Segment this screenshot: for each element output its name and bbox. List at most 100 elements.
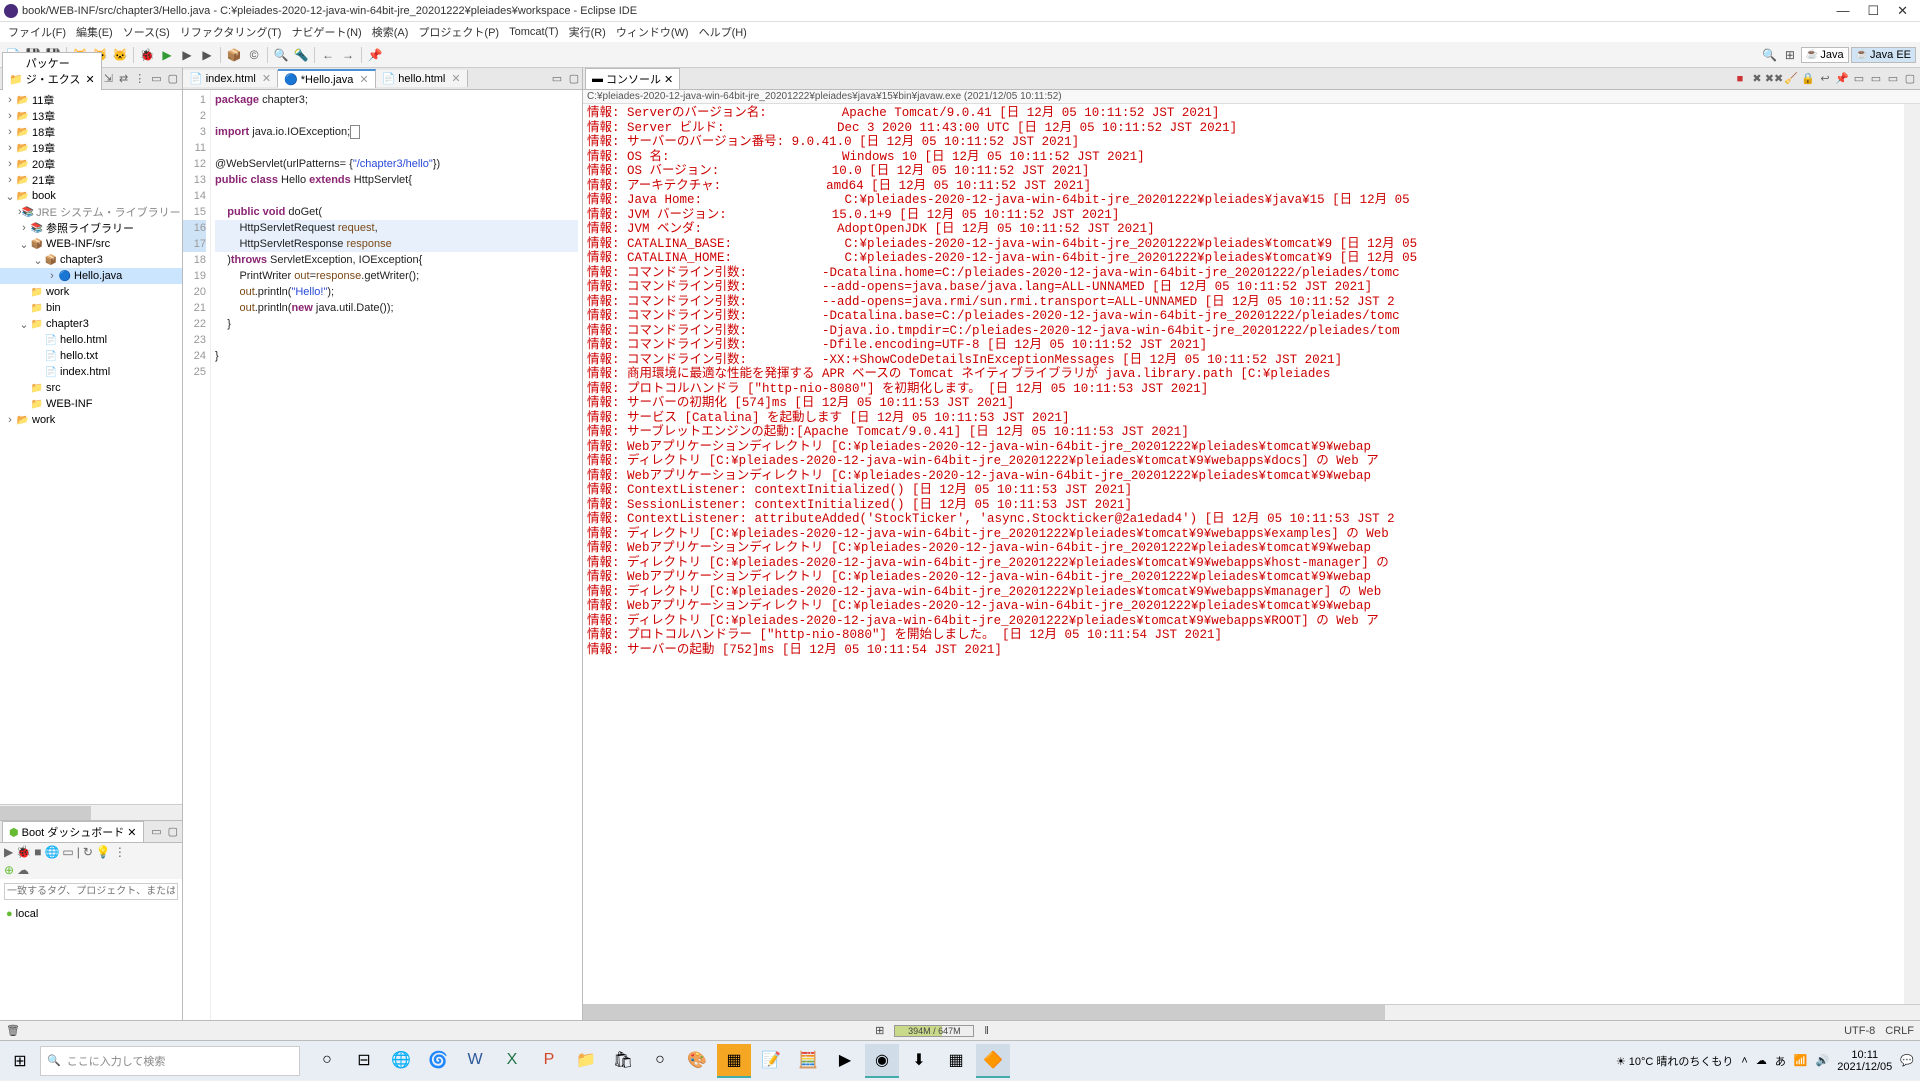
lineending-status[interactable]: CRLF xyxy=(1885,1025,1914,1037)
taskbar-clock[interactable]: 10:11 2021/12/05 xyxy=(1837,1049,1892,1073)
explorer-icon[interactable]: 📁 xyxy=(569,1044,603,1078)
console-max-icon[interactable]: ▢ xyxy=(1902,71,1918,87)
task-view-icon[interactable]: ⊟ xyxy=(347,1044,381,1078)
excel-icon[interactable]: X xyxy=(495,1044,529,1078)
tree-item[interactable]: 📁work xyxy=(0,284,182,300)
chrome-icon[interactable]: 🌐 xyxy=(384,1044,418,1078)
media-icon[interactable]: ▶ xyxy=(828,1044,862,1078)
notification-icon[interactable]: 💬 xyxy=(1900,1054,1914,1067)
cortana-app-icon[interactable]: ○ xyxy=(643,1044,677,1078)
boot-refresh-icon[interactable]: ↻ xyxy=(83,845,93,859)
code-editor[interactable]: package chapter3; import java.io.IOExcep… xyxy=(211,90,582,1020)
link-editor-icon[interactable]: ⇄ xyxy=(117,72,130,85)
editor-tab[interactable]: 🔵*Hello.java✕ xyxy=(278,69,376,88)
menu-リファクタリング[interactable]: リファクタリング(T) xyxy=(176,22,286,42)
tree-item[interactable]: ⌄📂book xyxy=(0,188,182,204)
console-pin-icon[interactable]: 📌 xyxy=(1834,71,1850,87)
open-type-button[interactable]: 🔍 xyxy=(272,46,290,64)
menu-編集[interactable]: 編集(E) xyxy=(72,22,117,42)
app-icon-3[interactable]: 🔶 xyxy=(976,1044,1010,1078)
console-tab[interactable]: ▬ コンソール ✕ xyxy=(585,68,680,89)
console-open-icon[interactable]: ▭ xyxy=(1868,71,1884,87)
console-output[interactable]: 情報: Serverのバージョン名: Apache Tomcat/9.0.41 … xyxy=(583,104,1904,1004)
run-last-button[interactable]: ▶ xyxy=(198,46,216,64)
boot-browser-icon[interactable]: 🌐 xyxy=(44,845,59,859)
console-wrap-icon[interactable]: ↩ xyxy=(1817,71,1833,87)
tree-item[interactable]: ›📂20章 xyxy=(0,156,182,172)
minimize-boot-icon[interactable]: ▭ xyxy=(149,825,163,838)
weather-widget[interactable]: ☀ 10°C 晴れのちくもり xyxy=(1616,1053,1734,1069)
editor-tab[interactable]: 📄hello.html✕ xyxy=(376,70,468,87)
console-terminate-icon[interactable]: ■ xyxy=(1732,71,1748,87)
word-icon[interactable]: W xyxy=(458,1044,492,1078)
debug-button[interactable]: 🐞 xyxy=(138,46,156,64)
maximize-view-icon[interactable]: ▢ xyxy=(166,72,180,85)
close-tab-icon[interactable]: ✕ xyxy=(451,72,460,85)
boot-cloud-icon[interactable]: ☁ xyxy=(17,863,29,877)
editor-min-icon[interactable]: ▭ xyxy=(549,71,565,87)
tree-item[interactable]: 📄index.html xyxy=(0,364,182,380)
view-menu-icon[interactable]: ⋮ xyxy=(132,72,147,85)
eclipse-app-icon[interactable]: ◉ xyxy=(865,1044,899,1078)
encoding-status[interactable]: UTF-8 xyxy=(1844,1025,1875,1037)
search-icon[interactable]: 🔍 xyxy=(1761,46,1779,64)
calculator-icon[interactable]: 🧮 xyxy=(791,1044,825,1078)
tray-wifi-icon[interactable]: 📶 xyxy=(1794,1054,1808,1067)
store-icon[interactable]: 🛍 xyxy=(606,1044,640,1078)
console-remove-all-icon[interactable]: ✖✖ xyxy=(1766,71,1782,87)
package-explorer-tree[interactable]: ›📂11章›📂13章›📂18章›📂19章›📂20章›📂21章⌄📂book›📚JR… xyxy=(0,90,182,804)
tray-volume-icon[interactable]: 🔊 xyxy=(1816,1054,1830,1067)
editor-tab[interactable]: 📄index.html✕ xyxy=(183,70,278,87)
close-boot-view-icon[interactable]: ✕ xyxy=(127,826,136,839)
tree-item[interactable]: 📁src xyxy=(0,380,182,396)
status-icon[interactable]: ⊞ xyxy=(875,1024,884,1037)
console-scrollbar-v[interactable] xyxy=(1904,104,1920,1004)
boot-search-input[interactable] xyxy=(4,883,178,900)
console-scroll-lock-icon[interactable]: 🔒 xyxy=(1800,71,1816,87)
app-icon-1[interactable]: ⬇ xyxy=(902,1044,936,1078)
tree-item[interactable]: ⌄📁chapter3 xyxy=(0,316,182,332)
boot-filter-icon[interactable]: 💡 xyxy=(96,845,111,859)
minimize-view-icon[interactable]: ▭ xyxy=(149,72,163,85)
console-display-icon[interactable]: ▭ xyxy=(1851,71,1867,87)
back-button[interactable]: ← xyxy=(319,46,337,64)
close-console-icon[interactable]: ✕ xyxy=(664,73,673,86)
open-perspective-button[interactable]: ⊞ xyxy=(1781,46,1799,64)
tree-item[interactable]: ›📂11章 xyxy=(0,92,182,108)
boot-menu-icon[interactable]: ⋮ xyxy=(114,845,126,859)
perspective-java-ee[interactable]: ☕ Java EE xyxy=(1851,47,1916,63)
tree-item[interactable]: ›📚参照ライブラリー xyxy=(0,220,182,236)
forward-button[interactable]: → xyxy=(339,46,357,64)
sublime-icon[interactable]: ▦ xyxy=(717,1044,751,1078)
console-min-icon[interactable]: ▭ xyxy=(1885,71,1901,87)
menu-プロジェクト[interactable]: プロジェクト(P) xyxy=(414,22,503,42)
tree-item[interactable]: ›📂18章 xyxy=(0,124,182,140)
menu-ヘルプ[interactable]: ヘルプ(H) xyxy=(695,22,751,42)
run-button[interactable]: ▶ xyxy=(158,46,176,64)
menu-tomcat[interactable]: Tomcat(T) xyxy=(505,24,563,40)
minimize-button[interactable]: — xyxy=(1836,3,1849,19)
edge-icon[interactable]: 🌀 xyxy=(421,1044,455,1078)
editor-max-icon[interactable]: ▢ xyxy=(566,71,582,87)
close-button[interactable]: ✕ xyxy=(1897,3,1908,19)
collapse-all-icon[interactable]: ⇲ xyxy=(102,72,115,85)
menu-検索[interactable]: 検索(A) xyxy=(368,22,413,42)
tree-item[interactable]: 📁bin xyxy=(0,300,182,316)
boot-dashboard-tab[interactable]: ⬢ Boot ダッシュボード ✕ xyxy=(2,821,144,842)
close-tab-icon[interactable]: ✕ xyxy=(262,72,271,85)
memory-indicator[interactable]: 394M / 647M xyxy=(894,1025,974,1037)
menu-ソース[interactable]: ソース(S) xyxy=(119,22,174,42)
tree-item[interactable]: ›📂work xyxy=(0,412,182,428)
console-remove-icon[interactable]: ✖ xyxy=(1749,71,1765,87)
tree-item[interactable]: 📄hello.txt xyxy=(0,348,182,364)
maximize-boot-icon[interactable]: ▢ xyxy=(166,825,180,838)
tomcat-restart-icon[interactable]: 🐱 xyxy=(111,46,129,64)
tree-item[interactable]: 📄hello.html xyxy=(0,332,182,348)
perspective-java[interactable]: ☕ Java xyxy=(1801,47,1849,63)
pin-button[interactable]: 📌 xyxy=(366,46,384,64)
tray-onedrive-icon[interactable]: ☁ xyxy=(1756,1054,1767,1067)
close-view-icon[interactable]: ✕ xyxy=(86,73,95,86)
new-class-button[interactable]: © xyxy=(245,46,263,64)
tray-up-icon[interactable]: ˄ xyxy=(1741,1055,1747,1067)
powerpoint-icon[interactable]: P xyxy=(532,1044,566,1078)
